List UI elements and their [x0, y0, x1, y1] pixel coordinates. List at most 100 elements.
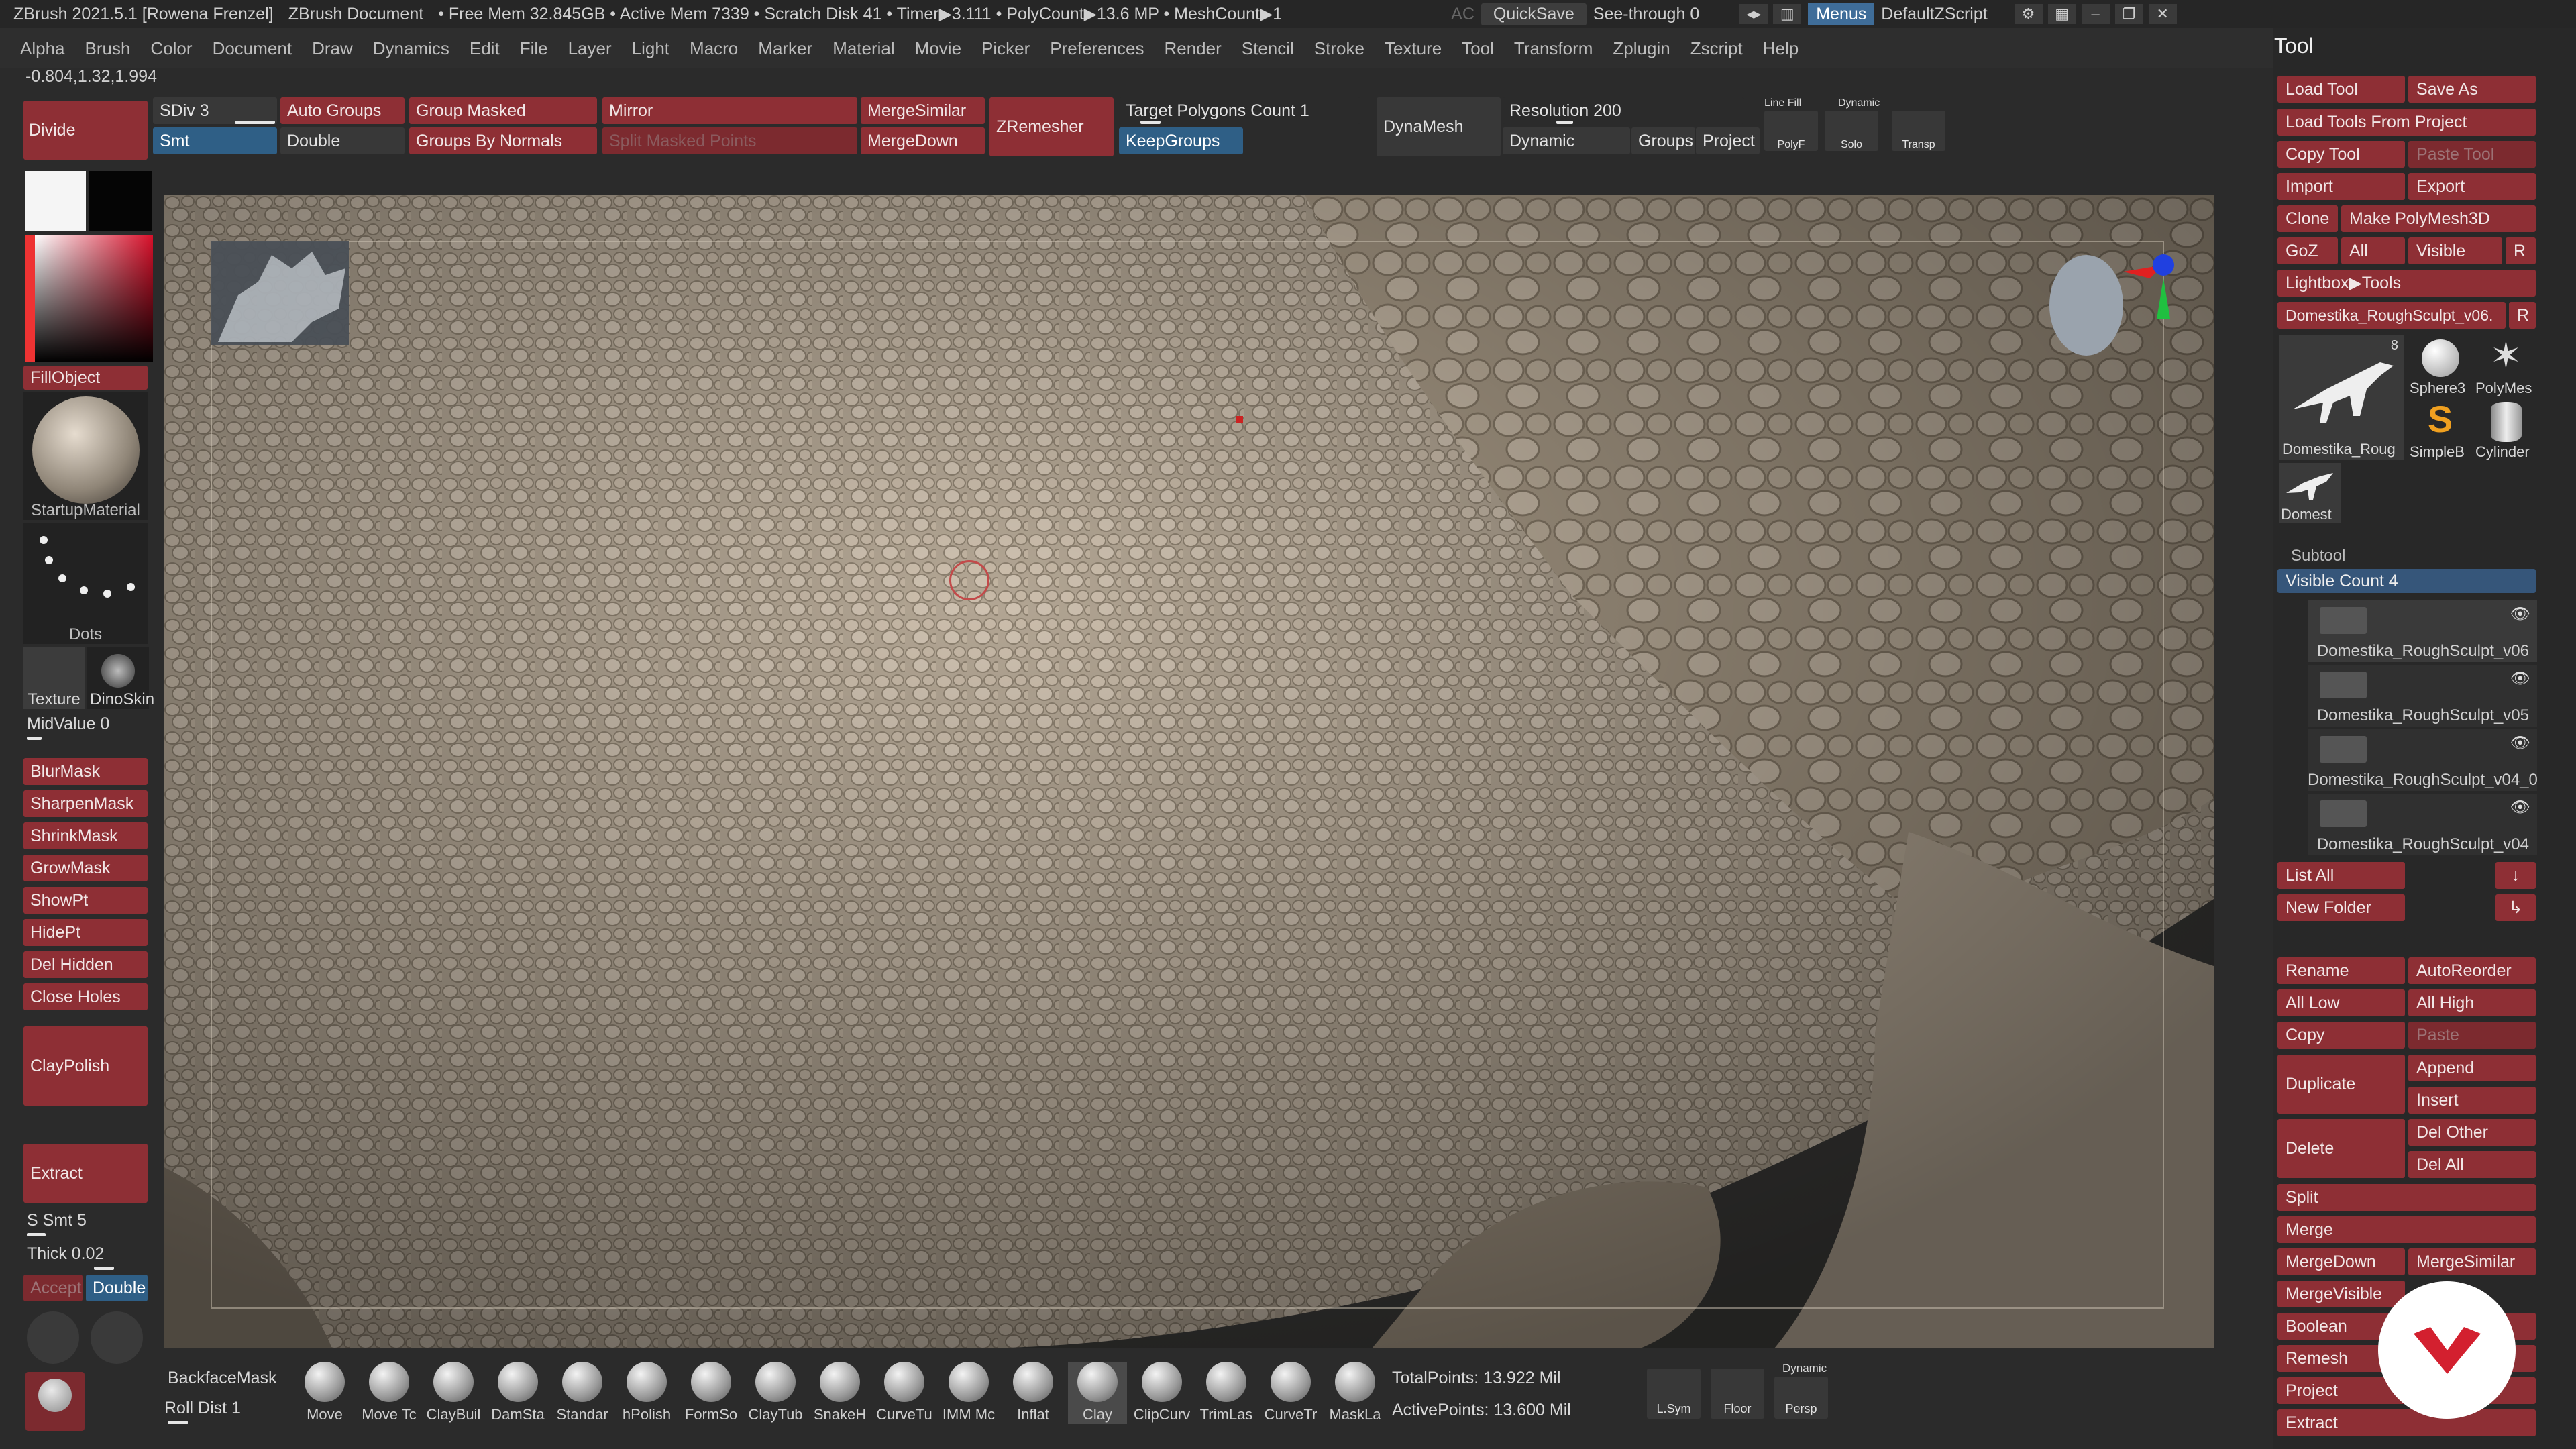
- subtool-item[interactable]: 👁 Domestika_RoughSculpt_v06: [2308, 600, 2537, 662]
- tool-thumbnail-main[interactable]: 8 Domestika_Roug: [2279, 335, 2404, 460]
- delete-button[interactable]: Delete: [2277, 1119, 2405, 1178]
- visible-count-slider[interactable]: Visible Count 4: [2277, 569, 2536, 593]
- copy-tool-button[interactable]: Copy Tool: [2277, 141, 2405, 168]
- menu-file[interactable]: File: [520, 38, 548, 59]
- dynamic-toggle[interactable]: Dynamic: [1503, 127, 1630, 154]
- project-toggle[interactable]: Project: [1696, 127, 1760, 154]
- claypolish-button[interactable]: ClayPolish: [23, 1026, 148, 1106]
- subtool-header[interactable]: Subtool: [2291, 547, 2345, 566]
- brush-standar[interactable]: Standar: [553, 1362, 612, 1424]
- del-other-button[interactable]: Del Other: [2408, 1119, 2536, 1146]
- visibility-eye-icon[interactable]: 👁: [2510, 604, 2530, 624]
- brush-move[interactable]: Move: [295, 1362, 354, 1424]
- list-all-button[interactable]: List All: [2277, 862, 2405, 889]
- del-all-button[interactable]: Del All: [2408, 1151, 2536, 1178]
- menu-texture[interactable]: Texture: [1385, 38, 1442, 59]
- double-toggle-left[interactable]: Double: [86, 1275, 148, 1301]
- layout-icon[interactable]: ▥: [1773, 4, 1802, 24]
- brush-move-tc[interactable]: Move Tc: [360, 1362, 419, 1424]
- lsym-button[interactable]: L.Sym: [1647, 1368, 1701, 1419]
- goz-all-button[interactable]: All: [2341, 237, 2405, 264]
- visibility-eye-icon[interactable]: 👁: [2510, 733, 2530, 753]
- backface-mask-toggle[interactable]: BackfaceMask: [168, 1368, 277, 1388]
- menu-movie[interactable]: Movie: [915, 38, 961, 59]
- duplicate-button[interactable]: Duplicate: [2277, 1055, 2405, 1114]
- export-button[interactable]: Export: [2408, 173, 2536, 200]
- menu-draw[interactable]: Draw: [312, 38, 353, 59]
- alpha-slot[interactable]: DinoSkin: [87, 647, 154, 709]
- menus-toggle-button[interactable]: Menus: [1808, 3, 1875, 25]
- persp-button[interactable]: Persp: [1774, 1377, 1828, 1419]
- groups-by-normals-button[interactable]: Groups By Normals: [409, 127, 597, 154]
- auto-groups-button[interactable]: Auto Groups: [280, 97, 405, 124]
- import-button[interactable]: Import: [2277, 173, 2405, 200]
- split-menu[interactable]: Split: [2277, 1184, 2536, 1211]
- sharpenmask-button[interactable]: SharpenMask: [23, 790, 148, 817]
- current-tool-slider[interactable]: Domestika_RoughSculpt_v06.: [2277, 302, 2506, 329]
- polymesh-tool[interactable]: ✶ PolyMes: [2474, 335, 2538, 397]
- append-button[interactable]: Append: [2408, 1055, 2536, 1081]
- brush-inflat[interactable]: Inflat: [1004, 1362, 1063, 1424]
- color-picker[interactable]: [25, 235, 153, 362]
- minimize-icon[interactable]: –: [2081, 4, 2110, 24]
- merge-similar-button[interactable]: MergeSimilar: [861, 97, 985, 124]
- brush-curvetu[interactable]: CurveTu: [875, 1362, 934, 1424]
- merge-menu[interactable]: Merge: [2277, 1216, 2536, 1243]
- brush-formso[interactable]: FormSo: [682, 1362, 741, 1424]
- default-zscript-button[interactable]: DefaultZScript: [1881, 5, 1987, 24]
- menu-zplugin[interactable]: Zplugin: [1613, 38, 1670, 59]
- secondary-color-swatch[interactable]: [89, 171, 152, 231]
- double-toggle[interactable]: Double: [280, 127, 405, 154]
- close-icon[interactable]: ✕: [2148, 4, 2177, 24]
- polyf-button[interactable]: PolyF: [1764, 111, 1818, 151]
- menu-zscript[interactable]: Zscript: [1690, 38, 1743, 59]
- menu-alpha[interactable]: Alpha: [20, 38, 65, 59]
- sdiv-slider[interactable]: SDiv 3: [153, 97, 277, 124]
- move-into-folder-icon[interactable]: ↳: [2496, 894, 2536, 921]
- gear-icon[interactable]: ⚙: [2014, 4, 2043, 24]
- see-through-slider[interactable]: See-through 0: [1593, 5, 1699, 24]
- menu-render[interactable]: Render: [1164, 38, 1221, 59]
- mirror-button[interactable]: Mirror: [602, 97, 857, 124]
- menu-macro[interactable]: Macro: [690, 38, 738, 59]
- menu-brush[interactable]: Brush: [85, 38, 131, 59]
- texture-slot[interactable]: Texture: [23, 647, 85, 709]
- menu-document[interactable]: Document: [213, 38, 292, 59]
- subtool-item[interactable]: 👁 Domestika_RoughSculpt_v04_0: [2308, 729, 2538, 791]
- group-masked-button[interactable]: Group Masked: [409, 97, 597, 124]
- divide-button[interactable]: Divide: [23, 101, 148, 160]
- brush-maskla[interactable]: MaskLa: [1326, 1362, 1385, 1424]
- autoreorder-button[interactable]: AutoReorder: [2408, 957, 2536, 984]
- del-hidden-button[interactable]: Del Hidden: [23, 951, 148, 978]
- dynamesh-button[interactable]: DynaMesh: [1377, 97, 1501, 156]
- menu-preferences[interactable]: Preferences: [1050, 38, 1144, 59]
- load-tool-button[interactable]: Load Tool: [2277, 76, 2405, 103]
- save-as-button[interactable]: Save As: [2408, 76, 2536, 103]
- accept-button[interactable]: Accept: [23, 1275, 83, 1301]
- clone-button[interactable]: Clone: [2277, 205, 2338, 232]
- transp-button[interactable]: Transp: [1892, 111, 1945, 151]
- rename-button[interactable]: Rename: [2277, 957, 2405, 984]
- viewport-canvas[interactable]: [164, 195, 2214, 1348]
- zremesher-button[interactable]: ZRemesher: [989, 97, 1114, 156]
- menu-transform[interactable]: Transform: [1514, 38, 1593, 59]
- split-masked-points-button[interactable]: Split Masked Points: [602, 127, 857, 154]
- merge-visible-button[interactable]: MergeVisible: [2277, 1281, 2405, 1307]
- subtool-item[interactable]: 👁 Domestika_RoughSculpt_v05: [2308, 665, 2537, 727]
- target-polygons-slider[interactable]: Target Polygons Count 1: [1119, 97, 1360, 124]
- growmask-button[interactable]: GrowMask: [23, 855, 148, 881]
- menu-layer[interactable]: Layer: [568, 38, 612, 59]
- all-high-button[interactable]: All High: [2408, 989, 2536, 1016]
- resolution-slider[interactable]: Resolution 200: [1503, 97, 1744, 124]
- lightbox-tools-button[interactable]: Lightbox▶Tools: [2277, 270, 2536, 297]
- visibility-eye-icon[interactable]: 👁: [2510, 669, 2530, 688]
- recent-tool-thumbnail[interactable]: Domest: [2279, 463, 2341, 523]
- gizmo-icon[interactable]: [27, 1311, 79, 1364]
- menu-edit[interactable]: Edit: [470, 38, 500, 59]
- stroke-slot[interactable]: Dots: [23, 523, 148, 644]
- merge-down-button[interactable]: MergeDown: [861, 127, 985, 154]
- brush-curvetr[interactable]: CurveTr: [1261, 1362, 1320, 1424]
- brush-claytub[interactable]: ClayTub: [746, 1362, 805, 1424]
- keep-groups-toggle[interactable]: KeepGroups: [1119, 127, 1243, 154]
- menu-dynamics[interactable]: Dynamics: [373, 38, 449, 59]
